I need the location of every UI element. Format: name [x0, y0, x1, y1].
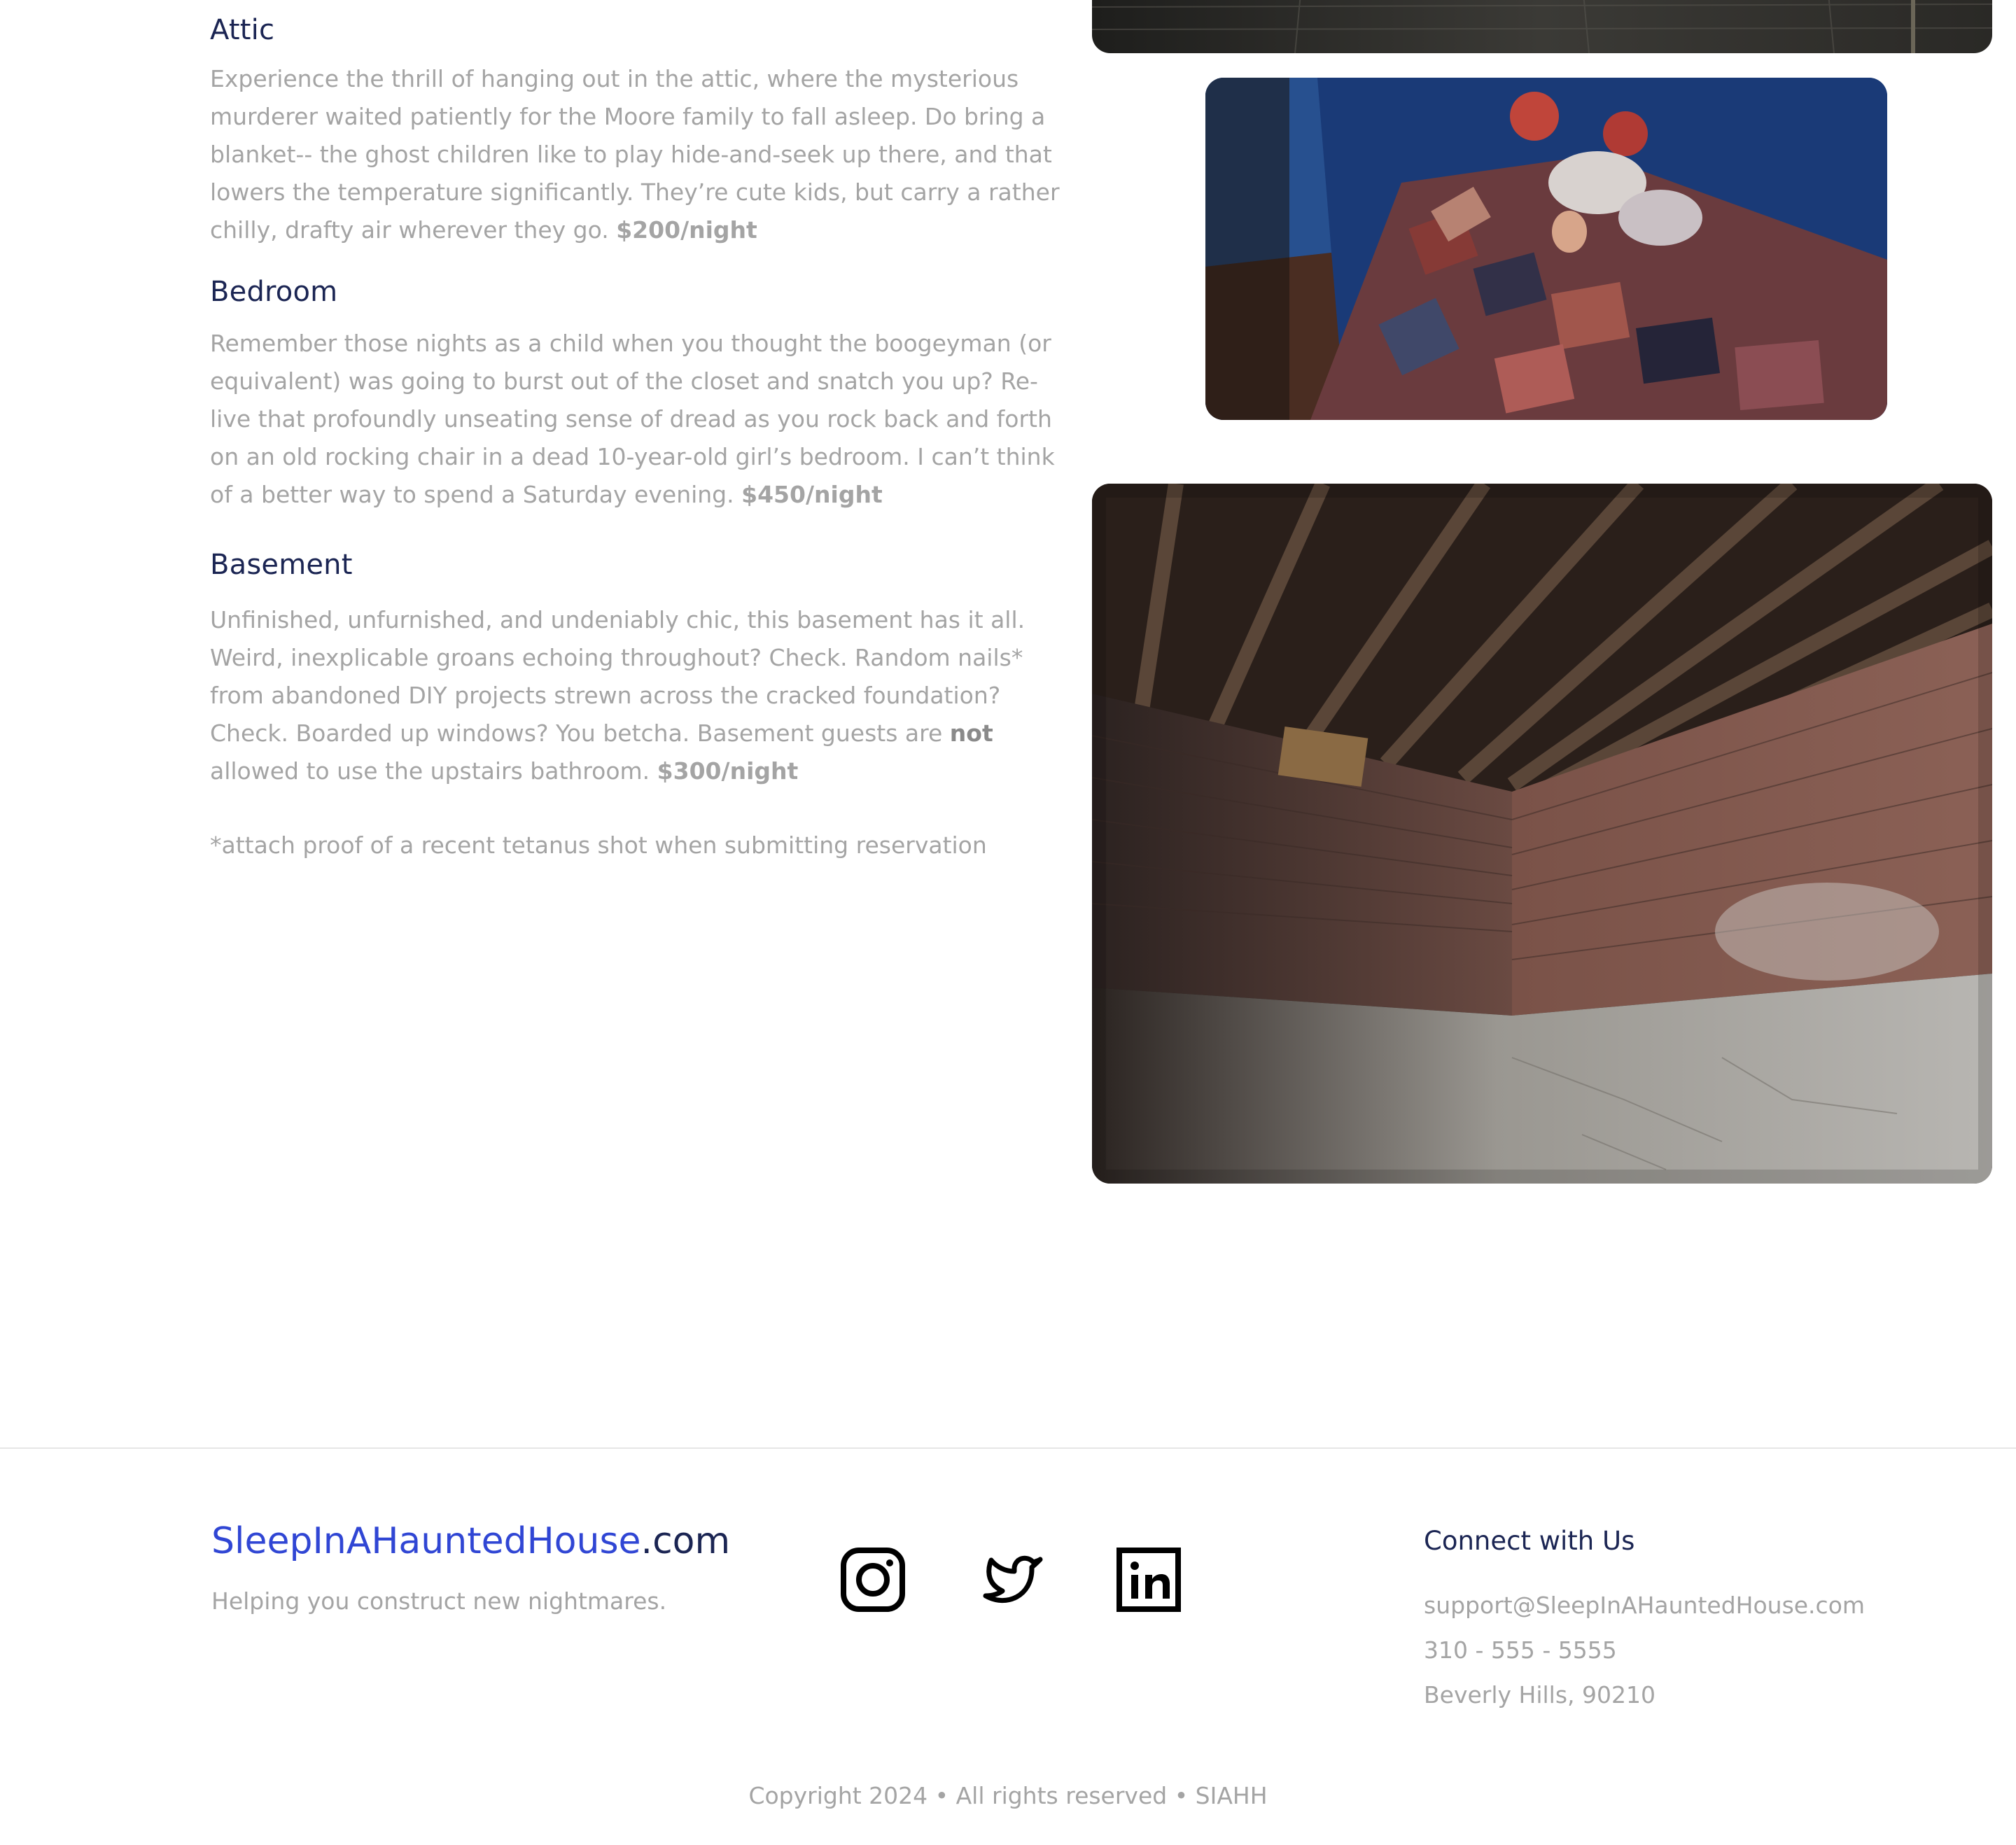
room-title-bedroom: Bedroom	[210, 276, 338, 308]
bedroom-photo	[1205, 78, 1887, 420]
footer-divider	[0, 1447, 2016, 1449]
copyright-text: Copyright 2024 • All rights reserved • S…	[748, 1782, 1268, 1809]
brand-suffix: .com	[640, 1520, 731, 1562]
instagram-icon[interactable]	[840, 1547, 906, 1613]
basement-description-text: Unfinished, unfurnished, and undeniably …	[210, 606, 1026, 747]
room-title-attic: Attic	[210, 14, 275, 46]
room-description-attic: Experience the thrill of hanging out in …	[210, 60, 1064, 249]
room-description-basement: Unfinished, unfurnished, and undeniably …	[210, 601, 1064, 790]
basement-emphasis: not	[949, 720, 993, 747]
room-title-basement: Basement	[210, 549, 353, 581]
basement-description-text-end: allowed to use the upstairs bathroom.	[210, 757, 650, 785]
bedroom-price: $450/night	[741, 481, 883, 508]
bedroom-description-text: Remember those nights as a child when yo…	[210, 330, 1055, 508]
basement-photo	[1092, 484, 1992, 1184]
contact-phone[interactable]: 310 - 555 - 5555	[1424, 1636, 1617, 1664]
linkedin-icon[interactable]	[1116, 1547, 1182, 1613]
contact-address: Beverly Hills, 90210	[1424, 1681, 1656, 1709]
room-description-bedroom: Remember those nights as a child when yo…	[210, 325, 1064, 514]
footer-brand-link[interactable]: SleepInAHauntedHouse.com	[211, 1520, 730, 1562]
basement-price: $300/night	[657, 757, 799, 785]
attic-photo	[1092, 0, 1992, 53]
tetanus-note: *attach proof of a recent tetanus shot w…	[210, 832, 987, 859]
attic-price: $200/night	[616, 216, 757, 244]
connect-heading: Connect with Us	[1424, 1526, 1635, 1556]
footer-tagline: Helping you construct new nightmares.	[211, 1587, 667, 1615]
twitter-icon[interactable]	[979, 1547, 1044, 1613]
brand-name: SleepInAHauntedHouse	[211, 1520, 641, 1562]
contact-email[interactable]: support@SleepInAHauntedHouse.com	[1424, 1592, 1865, 1619]
